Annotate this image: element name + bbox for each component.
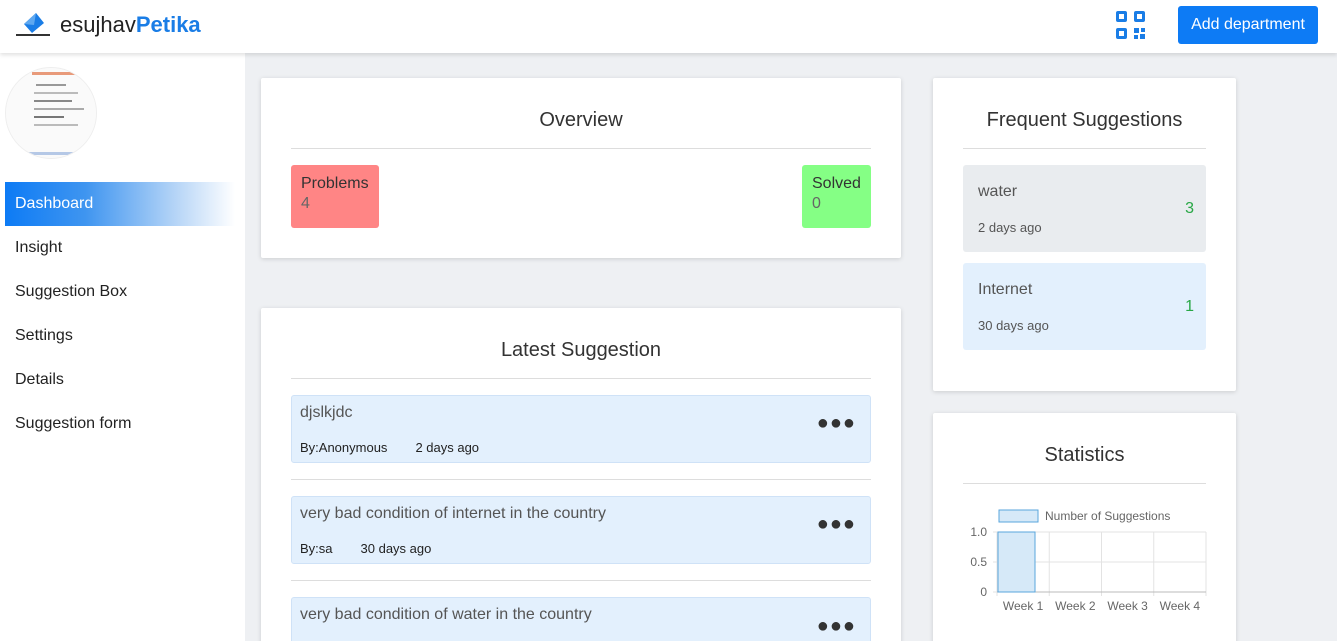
x-tick-label: Week 1 [1003, 599, 1044, 613]
statistics-card: Statistics 0 0.5 1.0 Week 1 Week 2 Week 3 Week… [933, 413, 1236, 641]
add-department-button[interactable]: Add department [1178, 6, 1318, 44]
frequent-item-count: 3 [1185, 200, 1194, 217]
suggestion-meta: By:sa 30 days ago [300, 541, 431, 556]
divider [963, 483, 1206, 484]
x-tick-label: Week 2 [1055, 599, 1096, 613]
suggestion-time: 30 days ago [360, 541, 432, 556]
frequent-item-count: 1 [1185, 298, 1194, 315]
y-tick-label: 0.5 [970, 555, 987, 569]
y-tick-label: 0 [980, 585, 987, 599]
frequent-item-label: water [978, 183, 1018, 200]
logo[interactable]: esujhavPetika [14, 12, 201, 38]
suggestion-item[interactable]: very bad condition of internet in the co… [291, 496, 871, 564]
suggestion-text: very bad condition of internet in the co… [300, 505, 606, 522]
more-options-icon[interactable]: ●●● [817, 412, 856, 435]
frequent-item-label: Internet [978, 281, 1033, 298]
divider [291, 479, 871, 480]
frequent-item-time: 2 days ago [978, 220, 1042, 235]
bar-week-1 [997, 531, 1036, 593]
legend-swatch [998, 509, 1039, 523]
sidebar-item-suggestion-box[interactable]: Suggestion Box [5, 270, 235, 314]
more-options-icon[interactable]: ●●● [817, 615, 856, 638]
statistics-chart: 0 0.5 1.0 Week 1 Week 2 Week 3 Week 4 Number of… [970, 509, 1207, 613]
suggestion-text: djslkjdc [300, 404, 353, 421]
frequent-suggestions-title: Frequent Suggestions [986, 109, 1183, 131]
sidebar-item-dashboard[interactable]: Dashboard [5, 182, 235, 226]
x-tick-label: Week 3 [1107, 599, 1148, 613]
sidebar: Dashboard Insight Suggestion Box Setting… [0, 53, 245, 641]
sidebar-item-suggestion-form[interactable]: Suggestion form [5, 402, 235, 446]
sidebar-item-insight[interactable]: Insight [5, 226, 235, 270]
frequent-suggestions-card: Frequent Suggestions water 2 days ago 3 … [933, 78, 1236, 391]
divider [291, 580, 871, 581]
suggestion-time: 2 days ago [415, 440, 480, 455]
suggestion-text: very bad condition of water in the count… [300, 606, 592, 623]
qr-code-icon[interactable] [1115, 10, 1146, 40]
suggestion-author: By:sa [300, 541, 333, 556]
solved-count: 0 [812, 195, 821, 212]
brand-bold: Petika [135, 12, 201, 37]
suggestion-item[interactable]: djslkjdc By:Anonymous 2 days ago ●●● [291, 395, 871, 463]
avatar[interactable] [5, 67, 97, 159]
divider [291, 148, 871, 149]
avatar-image [6, 68, 96, 158]
sidebar-item-details[interactable]: Details [5, 358, 235, 402]
divider [963, 148, 1206, 149]
suggestion-meta: By:Anonymous 2 days ago [300, 440, 479, 455]
sidebar-item-settings[interactable]: Settings [5, 314, 235, 358]
legend-label: Number of Suggestions [1045, 509, 1170, 523]
statistics-title: Statistics [1044, 444, 1125, 466]
top-header: esujhavPetika Add department [0, 0, 1337, 53]
overview-title: Overview [539, 109, 623, 131]
solved-stat[interactable]: Solved 0 [802, 165, 871, 228]
problems-stat[interactable]: Problems 4 [291, 165, 379, 228]
frequent-item-water[interactable]: water 2 days ago 3 [963, 165, 1206, 252]
x-tick-label: Week 4 [1160, 599, 1201, 613]
divider [291, 378, 871, 379]
latest-suggestion-card: Latest Suggestion djslkjdc By:Anonymous 2… [261, 308, 901, 641]
sidebar-nav: Dashboard Insight Suggestion Box Setting… [5, 182, 235, 446]
overview-card: Overview Problems 4 Solved 0 [261, 78, 901, 258]
frequent-item-time: 30 days ago [978, 318, 1049, 333]
more-options-icon[interactable]: ●●● [817, 513, 856, 536]
frequent-item-internet[interactable]: Internet 30 days ago 1 [963, 263, 1206, 350]
latest-suggestion-title: Latest Suggestion [500, 339, 662, 361]
brand-plain: esujhav [60, 12, 136, 37]
problems-count: 4 [301, 195, 310, 212]
envelope-logo-icon [16, 13, 50, 36]
suggestion-item[interactable]: very bad condition of water in the count… [291, 597, 871, 641]
y-tick-label: 1.0 [970, 525, 987, 539]
suggestion-author: By:Anonymous [300, 440, 388, 455]
brand-name: esujhavPetika [60, 12, 201, 38]
solved-label: Solved [812, 175, 861, 192]
problems-label: Problems [301, 175, 369, 192]
